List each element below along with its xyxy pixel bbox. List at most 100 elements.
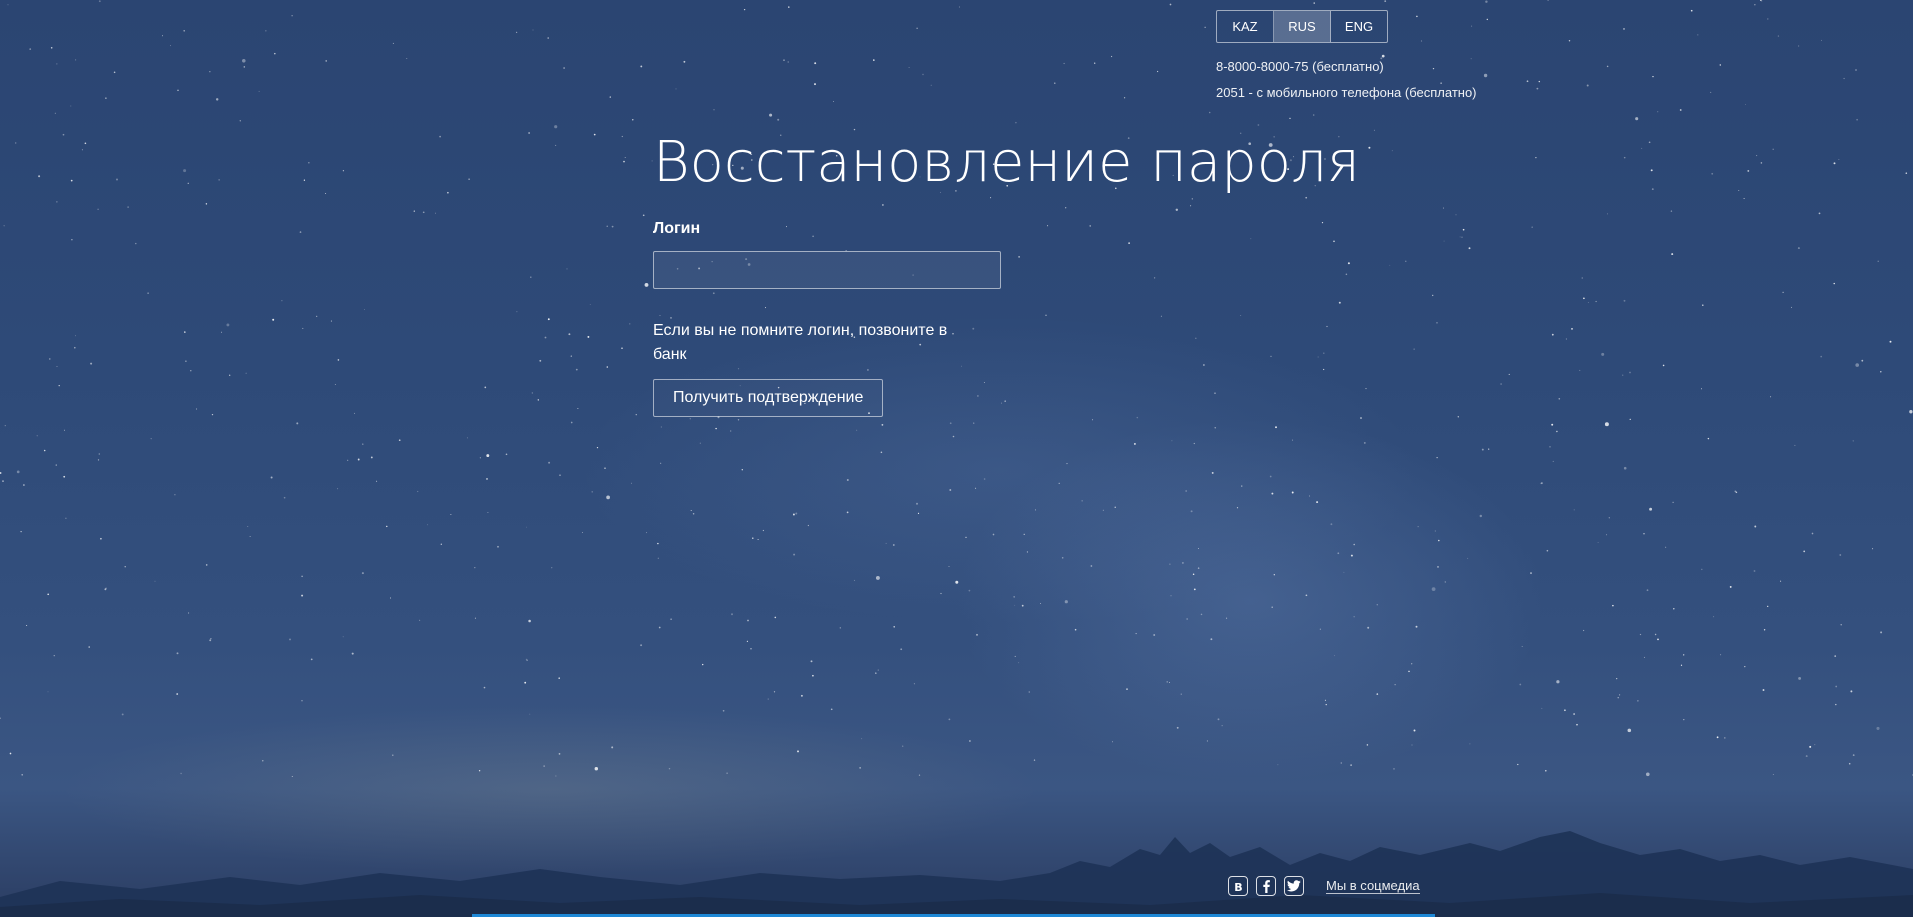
star [486, 454, 490, 458]
star [606, 366, 609, 368]
star [730, 430, 732, 432]
star [940, 592, 942, 595]
star [1657, 111, 1659, 113]
star [558, 753, 561, 755]
lang-button-kaz[interactable]: KAZ [1217, 11, 1274, 42]
star [205, 564, 208, 566]
star [1180, 693, 1182, 695]
star [726, 772, 728, 774]
star [1217, 718, 1220, 721]
get-confirmation-button[interactable]: Получить подтверждение [653, 379, 884, 417]
star [1169, 682, 1171, 684]
star [70, 179, 73, 182]
star [1622, 374, 1624, 376]
star [29, 48, 32, 50]
lang-button-rus[interactable]: RUS [1274, 11, 1331, 42]
star [1026, 551, 1028, 553]
star [750, 648, 752, 650]
star [1111, 55, 1113, 58]
star [330, 320, 332, 322]
vk-icon[interactable]: В [1228, 876, 1248, 896]
star [762, 529, 765, 532]
star [543, 765, 545, 767]
star [43, 449, 46, 452]
star [1850, 690, 1853, 693]
star [1092, 419, 1094, 421]
lang-button-eng[interactable]: ENG [1331, 11, 1387, 42]
star [1551, 423, 1554, 426]
star [1713, 616, 1715, 618]
star [54, 112, 56, 114]
star [548, 461, 551, 464]
star [1889, 340, 1892, 343]
star [968, 589, 971, 592]
star [558, 677, 560, 679]
star [75, 335, 76, 337]
star [657, 542, 659, 545]
star [1791, 306, 1793, 308]
facebook-icon[interactable] [1256, 876, 1276, 896]
star [1833, 282, 1835, 285]
star [774, 616, 777, 619]
social-media-link[interactable]: Мы в соцмедиа [1326, 878, 1420, 894]
star [1648, 141, 1651, 144]
star [1508, 373, 1510, 375]
star [1408, 670, 1410, 673]
star [1517, 763, 1519, 766]
star [747, 619, 749, 622]
star [1843, 77, 1845, 80]
star [1353, 616, 1355, 618]
star [1192, 573, 1195, 576]
star [1551, 333, 1554, 336]
star [362, 443, 364, 445]
star [660, 426, 663, 428]
star [1556, 680, 1560, 684]
star [1538, 80, 1541, 83]
star [902, 745, 904, 747]
star [1782, 291, 1784, 294]
star [1707, 437, 1710, 440]
star [675, 88, 677, 90]
twitter-icon[interactable] [1284, 876, 1304, 896]
star [958, 6, 960, 8]
star [846, 511, 849, 514]
star [218, 179, 220, 181]
star [370, 456, 373, 459]
star [1683, 654, 1685, 656]
star [1582, 629, 1585, 632]
star [1200, 613, 1203, 616]
svg-text:В: В [1234, 881, 1242, 892]
star [1719, 64, 1722, 66]
star [1176, 726, 1179, 729]
star [183, 29, 186, 32]
star [1637, 700, 1639, 702]
star [1595, 300, 1597, 303]
star [839, 627, 841, 629]
star [1170, 595, 1172, 597]
star [1471, 25, 1473, 27]
star [484, 386, 487, 389]
star [1852, 754, 1855, 756]
star [833, 100, 834, 102]
star [528, 619, 531, 623]
star [50, 47, 53, 49]
star [611, 746, 614, 749]
star [211, 413, 214, 416]
star [526, 526, 527, 528]
star [486, 477, 488, 480]
star [741, 469, 743, 471]
star [689, 417, 692, 420]
star [147, 292, 149, 294]
star [1573, 713, 1575, 715]
star [1762, 689, 1765, 691]
login-input[interactable] [653, 251, 1001, 289]
star [591, 491, 593, 493]
star [386, 525, 388, 528]
star [220, 331, 222, 333]
star [0, 472, 2, 474]
login-label: Логин [653, 220, 701, 237]
star [1368, 146, 1371, 149]
star [713, 109, 715, 111]
star [877, 669, 879, 671]
star [342, 170, 345, 172]
